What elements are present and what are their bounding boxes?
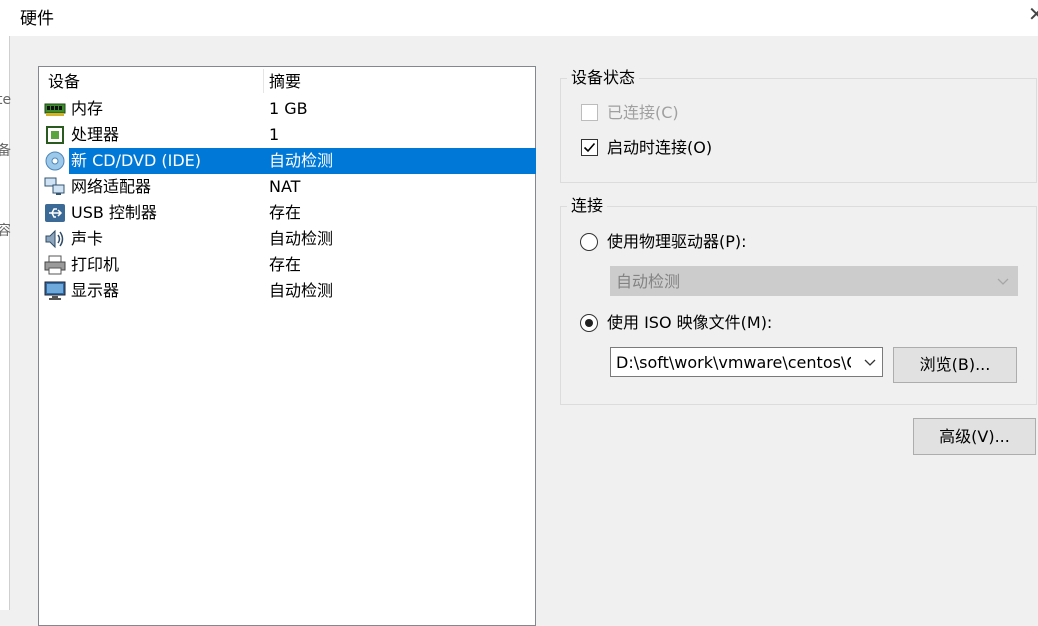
device-status-group: 设备状态 已连接(C) 启动时连接(O) <box>560 67 1037 183</box>
device-row-printer[interactable]: 打印机 存在 <box>39 252 535 278</box>
device-name: 网络适配器 <box>71 177 152 196</box>
physical-drive-label: 使用物理驱动器(P): <box>607 232 747 251</box>
memory-icon <box>44 103 66 116</box>
chevron-down-icon <box>997 278 1009 285</box>
edge-text: te <box>0 92 12 108</box>
connected-label: 已连接(C) <box>607 103 679 122</box>
device-name: 内存 <box>71 99 104 118</box>
iso-path-value: D:\soft\work\vmware\centos\CentOS-7-x86_… <box>616 353 851 372</box>
iso-path-combobox[interactable]: D:\soft\work\vmware\centos\CentOS-7-x86_… <box>610 347 883 377</box>
column-separator[interactable] <box>263 69 264 93</box>
device-status-title: 设备状态 <box>567 67 640 89</box>
background-window-edge: te 备 容 <box>0 36 12 610</box>
connect-at-power-on-checkbox[interactable] <box>581 139 598 156</box>
network-adapter-icon <box>44 177 65 195</box>
window-title: 硬件 <box>20 9 54 29</box>
device-summary: 1 <box>269 125 280 144</box>
device-name: 处理器 <box>71 125 120 144</box>
device-row-usb-controller[interactable]: USB 控制器 存在 <box>39 200 535 226</box>
edge-text: 容 <box>0 223 11 239</box>
device-list[interactable]: 设备 摘要 内存 1 GB 处理器 1 新 CD/DVD (IDE) 自动检测 <box>38 66 536 626</box>
browse-button[interactable]: 浏览(B)... <box>893 347 1017 383</box>
connect-at-power-on-label: 启动时连接(O) <box>607 138 713 157</box>
title-bar: 硬件 ✕ <box>0 0 1038 36</box>
device-name: 显示器 <box>71 281 120 300</box>
usb-icon <box>45 204 65 222</box>
device-name: 新 CD/DVD (IDE) <box>71 151 201 170</box>
device-summary: 1 GB <box>269 99 308 118</box>
physical-drive-select[interactable]: 自动检测 <box>610 266 1018 296</box>
device-summary: 自动检测 <box>269 229 334 248</box>
advanced-button[interactable]: 高级(V)... <box>913 418 1036 455</box>
physical-drive-radio[interactable] <box>580 233 598 251</box>
speaker-icon <box>45 229 64 249</box>
column-header-summary[interactable]: 摘要 <box>269 67 301 96</box>
connection-group: 连接 使用物理驱动器(P): 自动检测 使用 ISO 映像文件(M): D:\s… <box>560 195 1037 405</box>
printer-icon <box>44 255 66 275</box>
edge-text: 备 <box>0 143 11 159</box>
device-row-cd-dvd[interactable]: 新 CD/DVD (IDE) 自动检测 <box>39 148 536 174</box>
device-summary: 自动检测 <box>269 151 334 170</box>
device-row-processor[interactable]: 处理器 1 <box>39 122 535 148</box>
device-row-sound-card[interactable]: 声卡 自动检测 <box>39 226 535 252</box>
cd-dvd-icon <box>45 151 65 171</box>
iso-image-label: 使用 ISO 映像文件(M): <box>607 313 773 332</box>
device-name: 声卡 <box>71 229 104 248</box>
device-summary: 自动检测 <box>269 281 334 300</box>
device-summary: 存在 <box>269 203 302 222</box>
processor-icon <box>46 126 64 144</box>
device-name: 打印机 <box>71 255 120 274</box>
device-name: USB 控制器 <box>71 203 157 222</box>
monitor-icon <box>44 281 66 300</box>
device-row-display[interactable]: 显示器 自动检测 <box>39 278 535 304</box>
connection-title: 连接 <box>567 195 608 217</box>
iso-image-radio[interactable] <box>580 314 598 332</box>
device-row-memory[interactable]: 内存 1 GB <box>39 96 535 122</box>
device-summary: NAT <box>269 177 301 196</box>
column-header-device[interactable]: 设备 <box>48 67 80 96</box>
device-summary: 存在 <box>269 255 302 274</box>
close-icon[interactable]: ✕ <box>1028 2 1038 26</box>
chevron-down-icon[interactable] <box>863 357 877 367</box>
connected-checkbox[interactable] <box>581 104 598 121</box>
radio-selected-dot <box>585 319 593 327</box>
physical-drive-value: 自动检测 <box>616 272 681 291</box>
device-row-network-adapter[interactable]: 网络适配器 NAT <box>39 174 535 200</box>
checkmark-icon <box>583 142 596 153</box>
